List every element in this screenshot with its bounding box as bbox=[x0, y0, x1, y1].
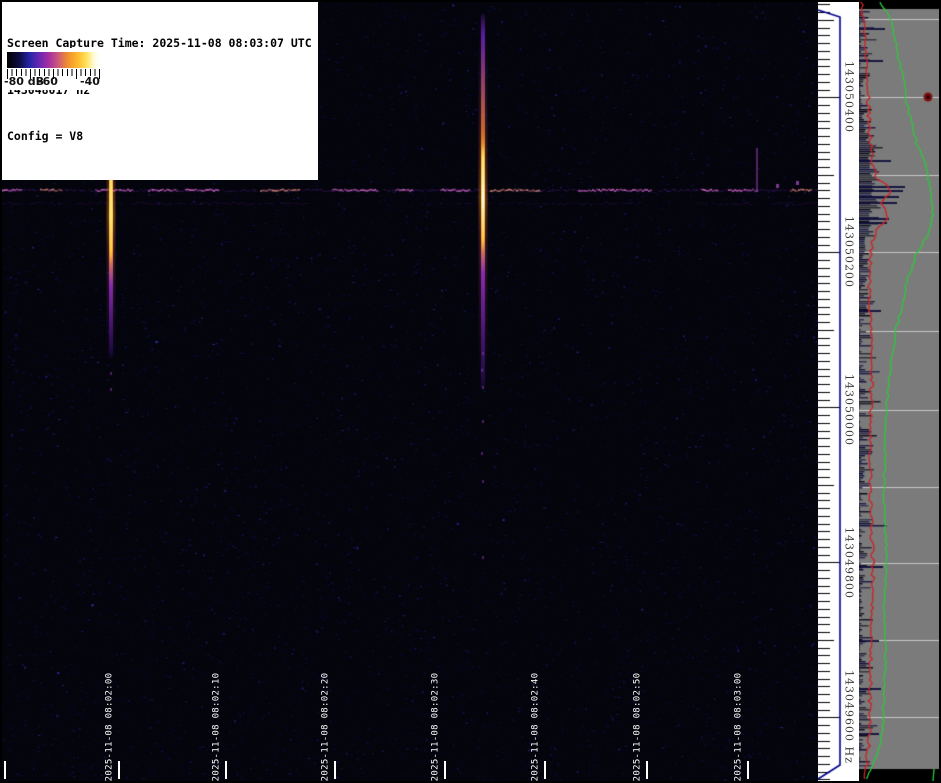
colorbar-gradient bbox=[7, 52, 99, 68]
app-window: 2025-11-08 08:02:002025-11-08 08:02:1020… bbox=[0, 0, 941, 783]
config-text: Config = V8 bbox=[7, 129, 312, 145]
colorbar-label-mid: -60 bbox=[38, 75, 58, 88]
capture-info-box: Screen Capture Time: 2025-11-08 08:03:07… bbox=[2, 2, 318, 180]
colorbar-label-max: -40 bbox=[80, 75, 100, 88]
intensity-colorbar: -80 dB -60 -40 bbox=[2, 48, 104, 90]
spectrum-panel bbox=[859, 2, 939, 781]
frequency-axis bbox=[818, 2, 859, 781]
colorbar-labels: -80 dB -60 -40 bbox=[2, 75, 104, 89]
